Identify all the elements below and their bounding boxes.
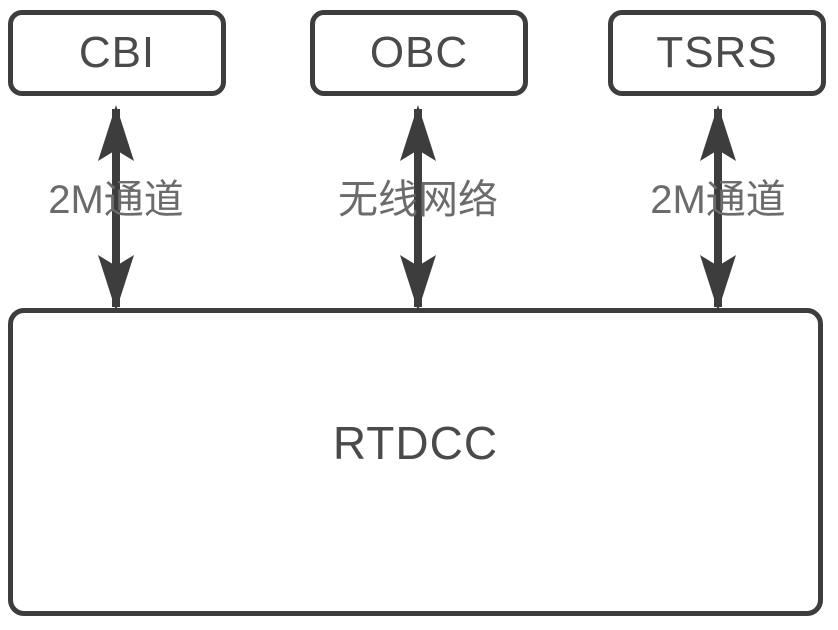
node-box-tsrs[interactable]: TSRS (608, 10, 826, 96)
node-label-tsrs: TSRS (656, 28, 778, 77)
node-box-obc[interactable]: OBC (310, 10, 528, 96)
double-arrow-icon (400, 105, 436, 311)
connector-obc-rtdcc (388, 103, 448, 313)
node-label-cbi: CBI (78, 28, 156, 77)
connector-cbi-rtdcc (86, 103, 146, 313)
node-label-rtdcc: RTDCC (332, 417, 499, 469)
diagram-canvas: CBI OBC TSRS 2M通道 无线网络 2M通道 RTDCC (0, 0, 838, 630)
double-arrow-icon (700, 105, 736, 311)
double-arrow-icon (98, 105, 134, 311)
node-box-cbi[interactable]: CBI (8, 10, 226, 96)
node-label-obc: OBC (369, 28, 469, 77)
connector-tsrs-rtdcc (688, 103, 748, 313)
node-box-rtdcc[interactable]: RTDCC (8, 308, 823, 616)
